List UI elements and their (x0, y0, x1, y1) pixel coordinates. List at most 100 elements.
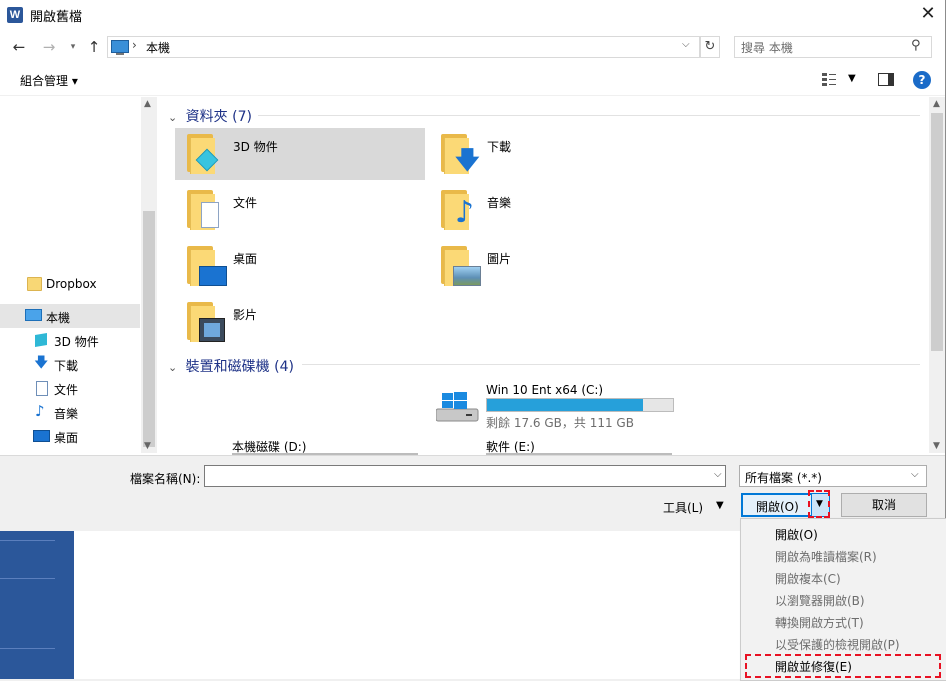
collapse-chevron-icon[interactable]: ⌄ (168, 111, 177, 124)
nav-item-desktop[interactable]: 桌面 (0, 424, 140, 448)
menu-item-open-read-only[interactable]: 開啟為唯讀檔案(R) (775, 548, 877, 565)
folder-tile-3d-objects[interactable]: 3D 物件 (175, 128, 425, 180)
address-bar[interactable]: › 本機 ⌵ (107, 36, 700, 58)
group-divider (258, 115, 920, 116)
nav-item-this-pc[interactable]: 本機 (0, 304, 140, 328)
computer-icon (25, 309, 42, 321)
chevron-down-icon[interactable]: ⌵ (911, 469, 919, 480)
desktop-folder-icon (187, 246, 227, 286)
nav-item-label: 音樂 (54, 407, 79, 421)
open-button-label: 開啟(O) (756, 500, 799, 514)
filename-label: 檔案名稱(N): (130, 472, 201, 486)
drive-c-free-space: 剩餘 17.6 GB，共 111 GB (486, 416, 634, 430)
document-icon (36, 381, 48, 396)
menu-item-open-copy[interactable]: 開啟複本(C) (775, 570, 841, 587)
folder-tile-pictures[interactable]: 圖片 (429, 240, 679, 292)
group-header-devices[interactable]: ⌄ 裝置和磁碟機 (4) (168, 356, 294, 376)
organize-menu-button[interactable]: 組合管理 ▾ (20, 72, 78, 89)
nav-pane-scroll-thumb[interactable] (143, 211, 155, 447)
refresh-icon[interactable]: ↻ (700, 36, 720, 58)
folder-tile-desktop[interactable]: 桌面 (175, 240, 425, 292)
help-icon[interactable]: ? (913, 71, 931, 89)
nav-item-label: 文件 (54, 383, 79, 397)
open-file-dialog: W 開啟舊檔 ✕ ← → ▾ ↑ › 本機 ⌵ ↻ 搜尋 本機 ⚲ 組合管理 ▾… (0, 0, 946, 531)
breadcrumb-location[interactable]: 本機 (146, 39, 170, 56)
filetype-select[interactable]: 所有檔案 (*.*) ⌵ (739, 465, 927, 487)
filename-input[interactable]: ⌵ (204, 465, 726, 487)
windows-drive-icon (435, 391, 480, 426)
chevron-down-icon[interactable]: ⌵ (714, 469, 722, 480)
menu-item-open-with-transform[interactable]: 轉換開啟方式(T) (775, 614, 864, 631)
word-backstage-middle (74, 530, 395, 679)
view-options-icon[interactable] (822, 72, 836, 86)
folder-icon (27, 277, 42, 291)
folder-label: 音樂 (487, 196, 512, 210)
nav-item-downloads[interactable]: 🡇 下載 (0, 352, 140, 376)
search-icon[interactable]: ⚲ (911, 38, 921, 53)
scroll-up-icon[interactable]: ▲ (144, 99, 151, 109)
3d-objects-folder-icon (187, 134, 219, 174)
chevron-down-icon[interactable]: ⌵ (682, 39, 690, 50)
preview-pane-icon[interactable] (878, 73, 894, 86)
breadcrumb-chevron-icon[interactable]: › (132, 38, 137, 52)
folder-label: 3D 物件 (233, 140, 278, 154)
tools-button[interactable]: 工具(L) (663, 499, 703, 516)
nav-item-3d-objects[interactable]: 3D 物件 (0, 328, 140, 352)
scroll-down-icon[interactable]: ▼ (933, 441, 940, 451)
nav-item-music[interactable]: ♪ 音樂 (0, 400, 140, 424)
search-input[interactable]: 搜尋 本機 (741, 39, 793, 56)
nav-item-label: 3D 物件 (54, 335, 99, 349)
dialog-title: 開啟舊檔 (30, 10, 83, 25)
menu-item-open-in-browser[interactable]: 以瀏覽器開啟(B) (775, 592, 865, 609)
pictures-folder-icon (441, 246, 481, 286)
collapse-chevron-icon[interactable]: ⌄ (168, 361, 177, 374)
documents-folder-icon (187, 190, 219, 230)
highlight-box-open-and-repair (745, 654, 941, 678)
recent-locations-chevron-icon[interactable]: ▾ (64, 38, 82, 56)
search-box[interactable]: 搜尋 本機 ⚲ (734, 36, 932, 58)
folder-tile-music[interactable]: ♪ 音樂 (429, 184, 679, 236)
folder-tile-videos[interactable]: 影片 (175, 296, 425, 348)
folder-label: 文件 (233, 196, 258, 210)
nav-item-label: 本機 (46, 311, 71, 325)
nav-item-label: 桌面 (54, 431, 79, 445)
menu-item-open[interactable]: 開啟(O) (775, 526, 818, 543)
folder-label: 下載 (487, 140, 512, 154)
close-icon[interactable]: ✕ (915, 2, 941, 26)
open-button[interactable]: 開啟(O) (741, 493, 813, 517)
folder-label: 桌面 (233, 252, 258, 266)
highlight-box-dropdown (808, 490, 830, 518)
download-arrow-icon: 🡇 (34, 355, 49, 371)
sidebar-divider (0, 648, 55, 649)
content-scroll-thumb[interactable] (931, 113, 943, 351)
forward-arrow-icon[interactable]: → (40, 38, 58, 56)
sidebar-divider (0, 540, 55, 541)
word-backstage-sidebar (0, 530, 74, 679)
back-arrow-icon[interactable]: ← (10, 38, 28, 56)
nav-item-documents[interactable]: 文件 (0, 376, 140, 400)
group-divider (302, 364, 920, 365)
drive-c-usage-bar (486, 398, 674, 412)
toolbar-divider (0, 95, 945, 96)
filetype-value: 所有檔案 (*.*) (745, 471, 822, 485)
scroll-up-icon[interactable]: ▲ (933, 99, 940, 109)
desktop-icon (33, 430, 50, 442)
tools-chevron-down-icon[interactable]: ▼ (716, 500, 724, 511)
nav-item-dropbox[interactable]: Dropbox (0, 272, 140, 296)
drive-c-tile[interactable] (435, 391, 480, 426)
drive-c-name[interactable]: Win 10 Ent x64 (C:) (486, 383, 603, 397)
cancel-button[interactable]: 取消 (841, 493, 927, 517)
menu-item-open-protected-view[interactable]: 以受保護的檢視開啟(P) (775, 636, 900, 653)
computer-icon (111, 40, 129, 55)
folder-tile-downloads[interactable]: 🡇 下載 (429, 128, 679, 180)
downloads-folder-icon: 🡇 (441, 134, 480, 174)
sidebar-divider (0, 578, 55, 579)
scroll-down-icon[interactable]: ▼ (144, 441, 151, 451)
music-folder-icon: ♪ (441, 190, 474, 230)
group-header-folders[interactable]: ⌄ 資料夾 (7) (168, 106, 252, 126)
view-chevron-down-icon[interactable]: ▼ (848, 73, 856, 84)
up-arrow-icon[interactable]: ↑ (85, 38, 103, 56)
folder-tile-documents[interactable]: 文件 (175, 184, 425, 236)
cube-icon (35, 332, 47, 348)
music-note-icon: ♪ (35, 402, 45, 420)
